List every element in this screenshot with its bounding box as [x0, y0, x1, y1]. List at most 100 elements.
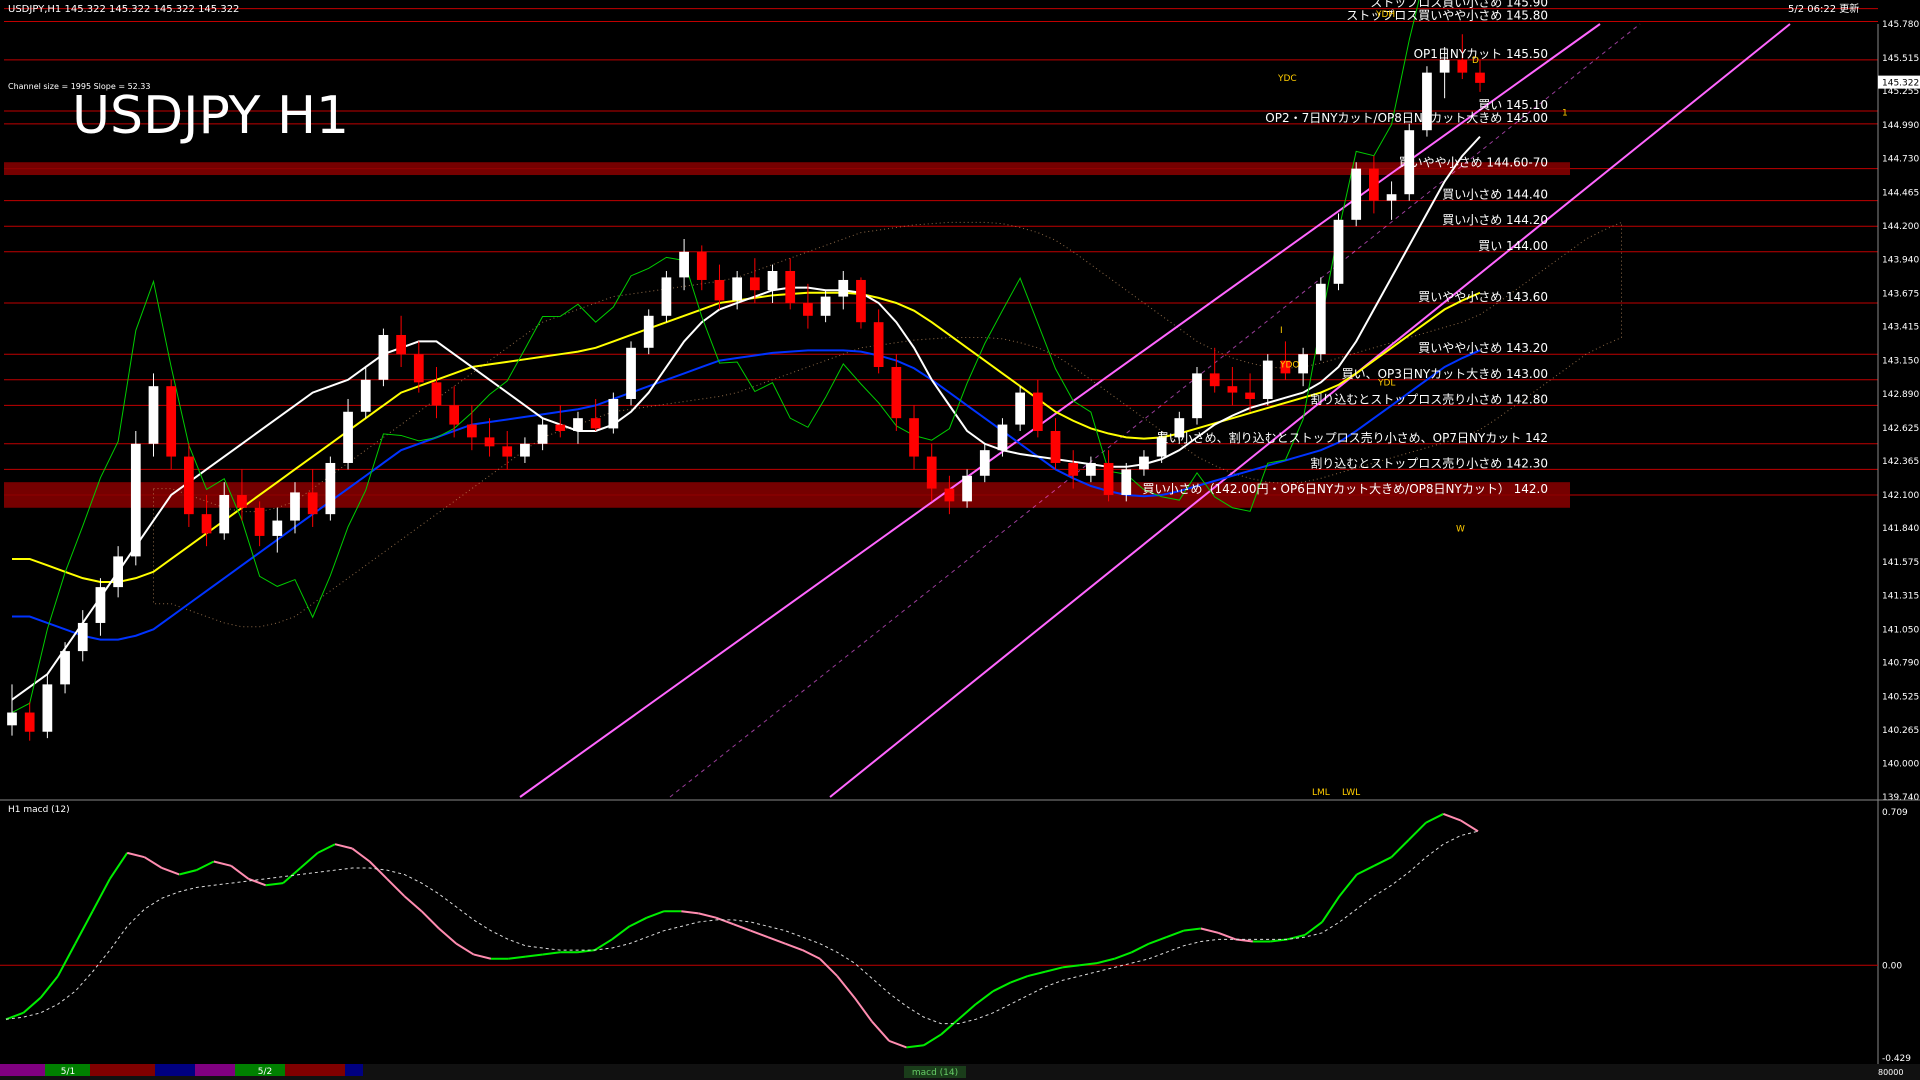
candle-body-54 [962, 475, 972, 502]
candle-body-52 [926, 456, 937, 489]
level-text-4: OP2・7日NYカット/OP8日NYカット大きめ 145.00 [1265, 111, 1548, 125]
marker-LML: LML [1312, 788, 1330, 798]
marker-YDH: YDH [1375, 10, 1395, 20]
date-label-0: 5/1 [61, 1067, 75, 1077]
level-text-14: 割り込むとストップロス売り小さめ 142.30 [1310, 455, 1548, 470]
y-tick-7: 144.200 [1882, 222, 1919, 232]
marker-YDL: YDL [1377, 378, 1395, 388]
title-bar: USDJPY,H1 145.322 145.322 145.322 145.32… [8, 4, 239, 15]
y-tick-3: 145.255 [1882, 87, 1919, 97]
candle-body-35 [626, 347, 636, 399]
candle-body-17 [307, 492, 318, 515]
indicator-tab[interactable]: macd (14) [912, 1068, 958, 1078]
candle-body-10 [184, 456, 194, 515]
y-tick-23: 140.000 [1882, 760, 1919, 770]
candle-body-12 [219, 494, 230, 534]
level-text-15: 買い小さめ（142.00円・OP6日NYカット大きめ/OP8日NYカット） 14… [1143, 482, 1548, 496]
candle-body-5 [95, 587, 106, 623]
candle-body-28 [502, 446, 513, 457]
candle-body-8 [148, 386, 159, 444]
candle-body-82 [1457, 59, 1468, 73]
candle-body-7 [130, 443, 141, 557]
candle-body-60 [1068, 462, 1079, 476]
y-tick-6: 144.465 [1882, 188, 1919, 198]
y-tick-13: 142.625 [1882, 424, 1919, 434]
level-text-8: 買い 144.00 [1478, 239, 1548, 253]
level-text-5: 買いやや小さめ 144.60-70 [1399, 156, 1548, 170]
candle-body-81 [1439, 59, 1450, 73]
y-tick-22: 140.265 [1882, 726, 1919, 736]
candle-body-76 [1351, 168, 1362, 220]
candle-body-0 [7, 712, 17, 726]
candle-body-38 [679, 251, 689, 278]
candle-body-44 [785, 271, 796, 303]
candle-body-18 [325, 462, 336, 515]
candle-body-49 [873, 322, 884, 367]
level-text-13: 買い小さめ、割り込むとストップロス売り小さめ、OP7日NYカット 142 [1157, 430, 1548, 445]
candle-body-29 [520, 443, 530, 457]
candle-body-30 [537, 424, 548, 444]
candle-body-26 [466, 424, 477, 438]
y-tick-19: 141.050 [1882, 625, 1919, 635]
updated-timestamp: 5/2 06:22 更新 [1788, 2, 1859, 15]
marker-1: 1 [1562, 108, 1568, 118]
candle-body-46 [820, 296, 831, 316]
candle-body-1 [24, 712, 35, 732]
y-tick-1: 145.515 [1882, 54, 1919, 64]
level-text-12: 割り込むとストップロス売り小さめ 142.80 [1310, 391, 1548, 406]
candle-body-21 [378, 334, 389, 380]
candle-body-50 [891, 366, 902, 419]
candle-body-55 [979, 450, 990, 476]
level-text-10: 買いやや小さめ 143.20 [1418, 341, 1548, 355]
level-text-6: 買い小さめ 144.40 [1442, 188, 1548, 202]
marker-YDO: YDO [1279, 361, 1300, 371]
candle-body-19 [343, 411, 353, 463]
y-tick-12: 142.890 [1882, 390, 1919, 400]
macd-y-tick-0: 0.709 [1882, 808, 1908, 818]
candle-body-36 [643, 315, 654, 348]
candle-body-59 [1050, 430, 1061, 463]
candle-body-2 [42, 684, 53, 732]
candle-body-68 [1209, 373, 1220, 387]
y-tick-8: 143.940 [1882, 255, 1919, 265]
volume-label: 80000 [1878, 1068, 1903, 1077]
candle-body-27 [484, 437, 495, 447]
y-tick-4: 144.990 [1882, 121, 1919, 131]
marker-W: W [1456, 524, 1465, 534]
candle-body-11 [201, 514, 212, 534]
marker-YDC: YDC [1277, 74, 1297, 84]
candle-body-9 [166, 386, 177, 457]
candle-body-40 [714, 279, 725, 301]
candle-body-24 [431, 382, 442, 406]
candle-body-78 [1386, 194, 1397, 201]
candle-body-22 [396, 334, 406, 355]
candle-body-58 [1032, 392, 1043, 431]
macd-y-tick-2: -0.429 [1882, 1054, 1911, 1064]
y-tick-20: 140.790 [1882, 659, 1919, 669]
y-tick-18: 141.315 [1882, 591, 1919, 601]
y-tick-5: 144.730 [1882, 154, 1919, 164]
candle-body-69 [1227, 386, 1238, 393]
macd-y-tick-1: 0.00 [1882, 961, 1902, 971]
level-text-7: 買い小さめ 144.20 [1442, 213, 1548, 227]
y-tick-17: 141.575 [1882, 558, 1919, 568]
y-tick-16: 141.840 [1882, 524, 1919, 534]
candle-body-20 [360, 379, 371, 412]
candle-body-25 [449, 405, 460, 425]
candle-body-48 [856, 279, 866, 323]
y-tick-0: 145.780 [1882, 20, 1919, 30]
candle-body-41 [732, 277, 743, 301]
candle-body-3 [60, 651, 70, 685]
level-text-9: 買いやや小さめ 143.60 [1418, 290, 1548, 304]
candle-body-77 [1369, 168, 1379, 201]
chart-root: ストップロス買い小さめ 145.90ストップロス買いやや小さめ 145.80OP… [0, 0, 1920, 1080]
candle-body-53 [944, 488, 955, 502]
candle-body-31 [555, 424, 566, 431]
candle-body-64 [1139, 456, 1149, 470]
candle-body-75 [1333, 219, 1344, 284]
candle-body-37 [661, 277, 672, 316]
chart-background [0, 0, 1920, 1080]
macd-name: H1 macd (12) [8, 805, 70, 815]
candle-body-56 [997, 424, 1008, 451]
candle-body-16 [290, 492, 300, 521]
